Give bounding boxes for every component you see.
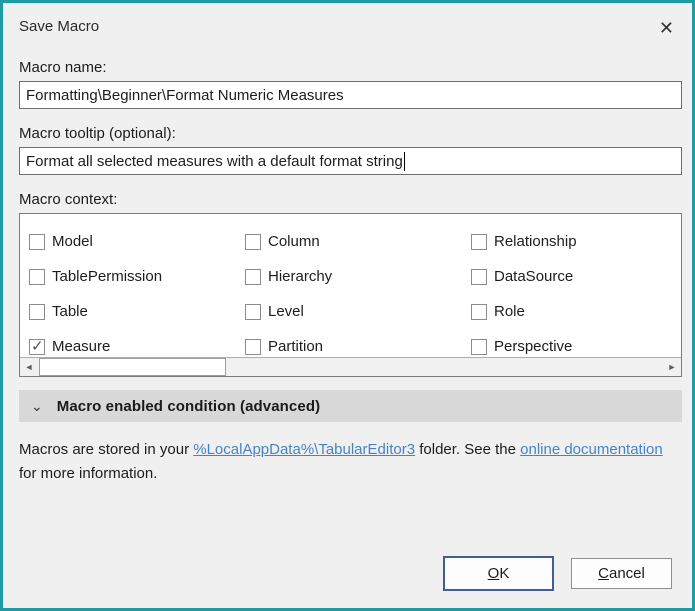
horizontal-scrollbar[interactable]: ◄ ► <box>20 357 681 376</box>
checkbox-label: Level <box>268 303 304 320</box>
checkbox-label: TablePermission <box>52 268 163 285</box>
checkbox-relationship[interactable]: ✓ Relationship <box>471 224 681 259</box>
checkbox-role[interactable]: ✓ Role <box>471 294 681 329</box>
macro-tooltip-input[interactable]: Format all selected measures with a defa… <box>19 147 682 175</box>
checkbox-table[interactable]: ✓ Table <box>29 294 245 329</box>
note-text-after: for more information. <box>19 465 158 482</box>
dialog-buttons: OK Cancel <box>443 556 672 591</box>
checkbox-box[interactable]: ✓ <box>471 303 487 320</box>
cancel-label-rest: ancel <box>608 565 645 582</box>
ok-button[interactable]: OK <box>443 556 554 591</box>
ok-accesskey: O <box>487 565 500 582</box>
footer-note: Macros are stored in your %LocalAppData%… <box>19 438 679 486</box>
expander-label: Macro enabled condition (advanced) <box>56 397 321 415</box>
checkbox-tablepermission[interactable]: ✓ TablePermission <box>29 259 245 294</box>
checkbox-hierarchy[interactable]: ✓ Hierarchy <box>245 259 471 294</box>
text-caret <box>403 151 405 171</box>
cancel-button[interactable]: Cancel <box>571 558 672 589</box>
macro-tooltip-value: Format all selected measures with a defa… <box>26 152 403 170</box>
dialog-content: Macro name: Formatting\Beginner\Format N… <box>3 59 692 486</box>
online-documentation-link[interactable]: online documentation <box>520 441 663 458</box>
checkbox-label: DataSource <box>494 268 574 285</box>
checkbox-box[interactable]: ✓ <box>245 338 261 355</box>
checkbox-box[interactable]: ✓ <box>29 303 45 320</box>
checkbox-box[interactable]: ✓ <box>245 268 261 285</box>
scroll-left-icon[interactable]: ◄ <box>20 358 38 376</box>
save-macro-dialog: Save Macro ✕ Macro name: Formatting\Begi… <box>0 0 695 611</box>
checkbox-box[interactable]: ✓ <box>471 268 487 285</box>
checkbox-column[interactable]: ✓ Column <box>245 224 471 259</box>
checkbox-label: Table <box>52 303 88 320</box>
checkbox-box[interactable]: ✓ <box>245 303 261 320</box>
checkbox-label: Relationship <box>494 233 577 250</box>
macro-name-input[interactable]: Formatting\Beginner\Format Numeric Measu… <box>19 81 682 109</box>
checkbox-datasource[interactable]: ✓ DataSource <box>471 259 681 294</box>
macro-enabled-condition-expander[interactable]: ⌄ Macro enabled condition (advanced) <box>19 390 682 422</box>
macro-context-label: Macro context: <box>19 191 118 208</box>
checkbox-label: Partition <box>268 338 324 355</box>
checkbox-box[interactable]: ✓ <box>29 233 45 250</box>
checkbox-label: Role <box>494 303 525 320</box>
localappdata-folder-link[interactable]: %LocalAppData%\TabularEditor3 <box>193 441 415 458</box>
chevron-down-icon: ⌄ <box>31 398 43 414</box>
note-text-mid: folder. See the <box>415 441 521 458</box>
checkbox-box[interactable]: ✓ <box>29 268 45 285</box>
close-icon[interactable]: ✕ <box>659 19 674 37</box>
checkbox-box[interactable]: ✓ <box>471 233 487 250</box>
check-icon: ✓ <box>31 337 44 355</box>
checkbox-label: Hierarchy <box>268 268 333 285</box>
cancel-accesskey: C <box>598 565 609 582</box>
checkbox-label: Model <box>52 233 93 250</box>
macro-name-label: Macro name: <box>19 59 107 76</box>
scroll-right-icon[interactable]: ► <box>663 358 681 376</box>
checkbox-level[interactable]: ✓ Level <box>245 294 471 329</box>
macro-tooltip-label: Macro tooltip (optional): <box>19 125 176 142</box>
checkbox-label: Perspective <box>494 338 573 355</box>
ok-label-rest: K <box>499 565 510 582</box>
checkbox-box[interactable]: ✓ <box>245 233 261 250</box>
title-bar: Save Macro ✕ <box>3 3 692 37</box>
macro-context-panel: ✓ Model ✓ Column ✓ Relationship ✓ TableP… <box>19 213 682 377</box>
checkbox-model[interactable]: ✓ Model <box>29 224 245 259</box>
note-text-before: Macros are stored in your <box>19 441 194 458</box>
checkbox-box[interactable]: ✓ <box>29 337 45 355</box>
checkbox-box[interactable]: ✓ <box>471 338 487 355</box>
checkbox-label: Measure <box>52 338 111 355</box>
checkbox-label: Column <box>268 233 320 250</box>
context-checkbox-grid: ✓ Model ✓ Column ✓ Relationship ✓ TableP… <box>20 214 681 364</box>
dialog-title: Save Macro <box>19 18 100 35</box>
scrollbar-thumb[interactable] <box>39 358 226 376</box>
macro-name-value: Formatting\Beginner\Format Numeric Measu… <box>26 86 344 104</box>
